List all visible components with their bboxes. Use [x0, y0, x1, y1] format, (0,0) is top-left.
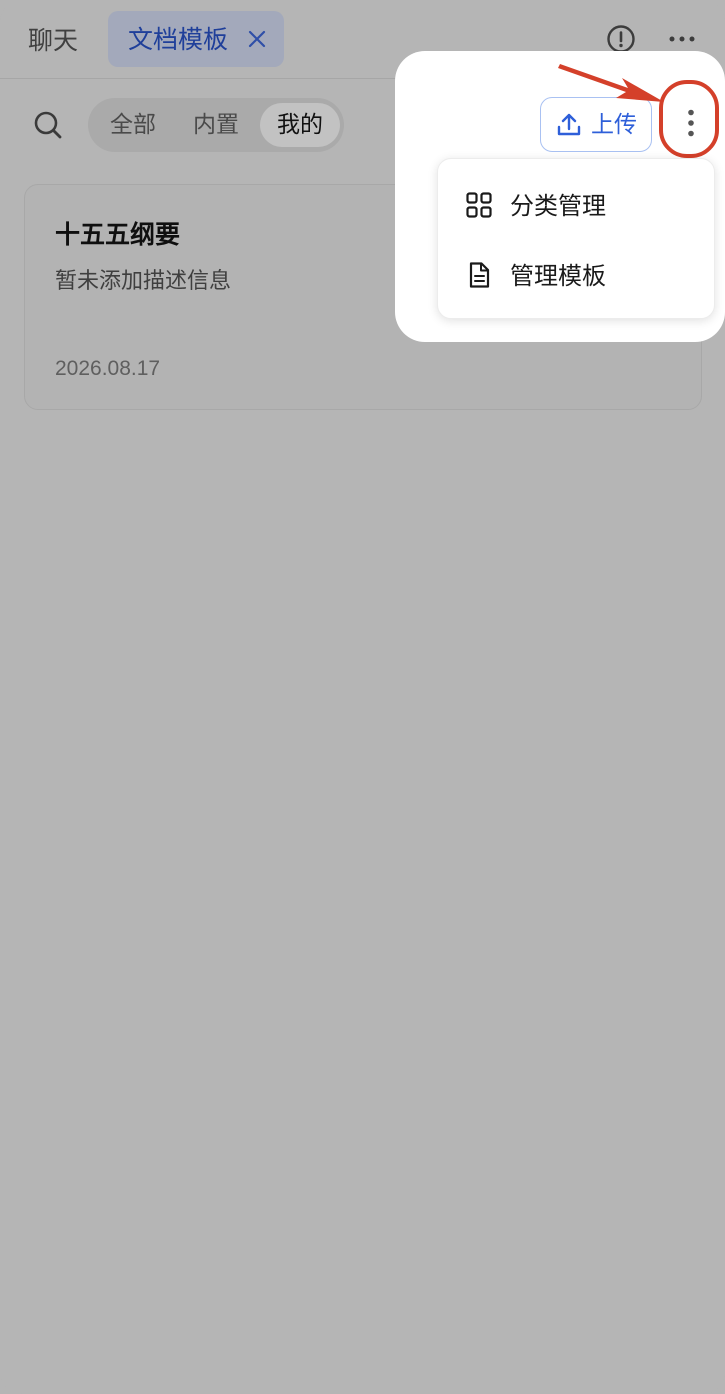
upload-label: 上传: [591, 112, 637, 138]
app-window: 聊天 文档模板 全部 内置 我的 十五五纲要 暂未添加描述信息 2026.08.…: [0, 0, 725, 1394]
template-description: 暂未添加描述信息: [55, 269, 232, 294]
more-vertical-icon: [688, 109, 694, 137]
menu-item-category-management[interactable]: 分类管理: [438, 175, 716, 239]
close-icon[interactable]: [246, 28, 268, 50]
more-horizontal-icon[interactable]: [668, 34, 696, 44]
tab-document-templates-label: 文档模板: [128, 25, 229, 54]
menu-item-label: 管理模板: [510, 262, 606, 290]
grid-icon: [466, 192, 492, 218]
upload-button[interactable]: 上传: [540, 97, 652, 152]
document-icon: [469, 262, 490, 288]
filter-mine[interactable]: 我的: [260, 103, 340, 147]
upload-icon: [557, 113, 581, 136]
more-options-menu: 分类管理 管理模板: [437, 158, 715, 319]
filter-builtin[interactable]: 内置: [176, 103, 256, 147]
search-icon[interactable]: [33, 110, 63, 140]
menu-item-manage-templates[interactable]: 管理模板: [438, 245, 716, 309]
tab-document-templates[interactable]: 文档模板: [108, 11, 284, 67]
info-icon[interactable]: [606, 24, 636, 54]
menu-item-label: 分类管理: [510, 192, 606, 220]
template-date: 2026.08.17: [55, 357, 161, 380]
filter-segmented-control: 全部 内置 我的: [88, 98, 344, 152]
filter-all[interactable]: 全部: [94, 103, 172, 147]
more-options-button[interactable]: [661, 83, 721, 159]
tab-chat[interactable]: 聊天: [28, 22, 78, 60]
template-title: 十五五纲要: [55, 220, 181, 249]
